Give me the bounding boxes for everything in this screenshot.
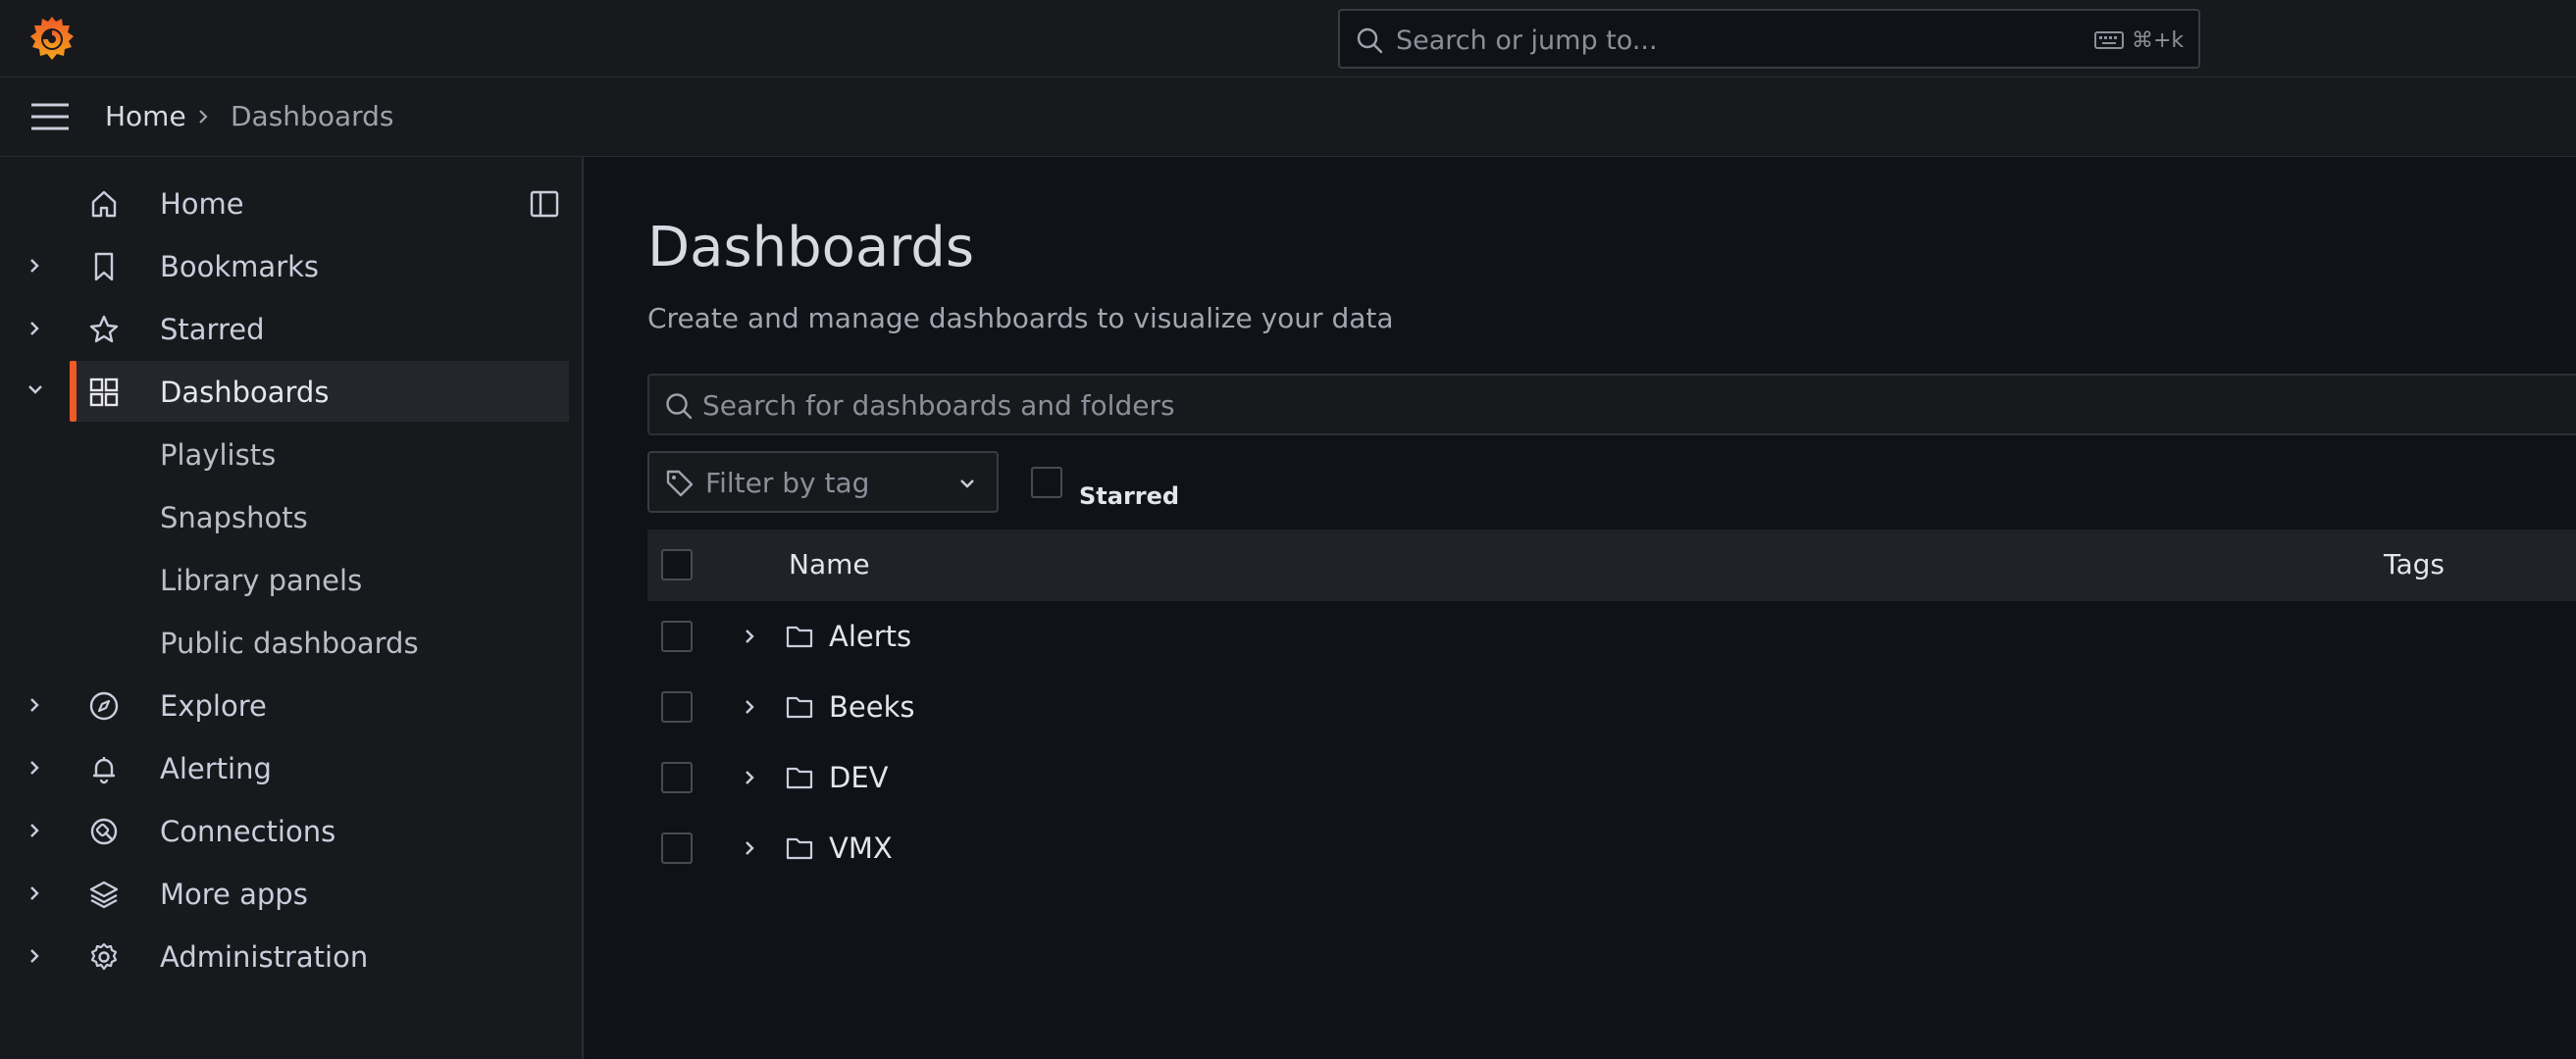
sidebar-item-label: Explore (160, 689, 267, 723)
sidebar-item-connections[interactable]: Connections (0, 800, 569, 861)
global-search-placeholder: Search or jump to... (1396, 25, 1658, 56)
sidebar-item-label: More apps (160, 878, 308, 911)
sidebar-item-public-dashboards[interactable]: Public dashboards (0, 612, 569, 673)
row-checkbox[interactable] (661, 762, 693, 793)
star-icon (88, 314, 120, 345)
compass-icon (88, 690, 120, 722)
sidebar-item-label: Administration (160, 940, 369, 974)
connections-icon (88, 816, 120, 847)
sidebar-item-alerting[interactable]: Alerting (0, 737, 569, 798)
chevron-right-icon[interactable] (26, 319, 43, 338)
sidebar-item-label: Home (160, 187, 244, 221)
column-header-name[interactable]: Name (789, 549, 870, 580)
sidebar-item-label: Dashboards (160, 376, 330, 409)
tag-filter-placeholder: Filter by tag (705, 467, 870, 499)
bookmark-icon (88, 251, 120, 282)
sidebar-item-dashboards-toggle[interactable] (0, 361, 70, 422)
row-checkbox[interactable] (661, 621, 693, 652)
starred-label[interactable]: Starred (1079, 482, 1179, 510)
folder-name-link[interactable]: Beeks (829, 690, 914, 724)
dashboard-search-placeholder: Search for dashboards and folders (702, 389, 1175, 422)
column-header-tags: Tags (2384, 548, 2445, 580)
sidebar-item-explore[interactable]: Explore (0, 675, 569, 735)
table-row[interactable]: DEV (647, 742, 2576, 813)
sidebar-item-label: Playlists (160, 438, 277, 472)
chevron-right-icon[interactable] (26, 758, 43, 778)
chevron-right-icon (196, 108, 210, 126)
chevron-right-icon[interactable] (742, 627, 757, 646)
layers-icon (88, 879, 120, 910)
folder-icon (786, 835, 813, 861)
chevron-right-icon[interactable] (742, 697, 757, 717)
chevron-right-icon[interactable] (26, 883, 43, 903)
search-icon (664, 391, 694, 421)
global-search-input[interactable]: Search or jump to... ⌘+k (1338, 9, 2200, 69)
folder-name-link[interactable]: Alerts (829, 620, 911, 653)
chevron-right-icon[interactable] (26, 695, 43, 715)
search-icon (1356, 26, 1383, 54)
tag-icon (665, 469, 695, 498)
starred-checkbox[interactable] (1031, 467, 1062, 498)
page-title: Dashboards (647, 216, 974, 279)
cog-icon (88, 941, 120, 973)
active-indicator (70, 361, 77, 422)
sidebar-item-snapshots[interactable]: Snapshots (0, 486, 569, 547)
menu-icon[interactable] (29, 100, 71, 133)
chevron-down-icon[interactable] (26, 380, 45, 398)
folder-icon (786, 624, 813, 649)
table-header: Name Tags (647, 530, 2576, 601)
sidebar-item-label: Bookmarks (160, 250, 320, 283)
sidebar-item-label: Snapshots (160, 501, 308, 534)
sidebar: Home Bookmarks Starred Dashboards Playli… (0, 157, 584, 1059)
breadcrumb-bar: Home Dashboards (0, 77, 2576, 157)
sidebar-item-label: Connections (160, 815, 336, 848)
breadcrumb-home-link[interactable]: Home (105, 101, 186, 132)
sidebar-item-home[interactable]: Home (0, 173, 569, 233)
apps-icon (88, 377, 120, 408)
sidebar-item-label: Starred (160, 313, 265, 346)
chevron-right-icon[interactable] (26, 256, 43, 276)
sidebar-item-label: Library panels (160, 564, 363, 597)
folder-icon (786, 765, 813, 790)
chevron-down-icon (957, 475, 977, 492)
sidebar-item-playlists[interactable]: Playlists (0, 424, 569, 484)
sidebar-item-bookmarks[interactable]: Bookmarks (0, 235, 569, 296)
keyboard-icon (2094, 30, 2124, 50)
tag-filter-select[interactable]: Filter by tag (647, 451, 999, 513)
search-shortcut: ⌘+k (2132, 28, 2185, 53)
folder-name-link[interactable]: DEV (829, 761, 889, 794)
home-icon (88, 188, 120, 220)
sidebar-item-starred[interactable]: Starred (0, 298, 569, 359)
table-row[interactable]: Beeks (647, 672, 2576, 742)
chevron-right-icon[interactable] (26, 946, 43, 966)
top-bar: Search or jump to... ⌘+k (0, 0, 2576, 77)
grafana-logo-icon[interactable] (27, 14, 77, 63)
dashboard-search-input[interactable]: Search for dashboards and folders (647, 374, 2576, 435)
folder-name-link[interactable]: VMX (829, 832, 893, 865)
table-row[interactable]: VMX (647, 813, 2576, 883)
chevron-right-icon[interactable] (742, 838, 757, 858)
sidebar-item-label: Public dashboards (160, 627, 419, 660)
bell-icon (88, 753, 120, 784)
sidebar-item-administration[interactable]: Administration (0, 926, 569, 986)
folder-icon (786, 694, 813, 720)
chevron-right-icon[interactable] (26, 821, 43, 840)
breadcrumb-current: Dashboards (231, 100, 394, 132)
row-checkbox[interactable] (661, 832, 693, 864)
chevron-right-icon[interactable] (742, 768, 757, 787)
row-checkbox[interactable] (661, 691, 693, 723)
page-subtitle: Create and manage dashboards to visualiz… (647, 302, 1394, 334)
table-row[interactable]: Alerts (647, 601, 2576, 672)
sidebar-item-more-apps[interactable]: More apps (0, 863, 569, 924)
sidebar-item-library-panels[interactable]: Library panels (0, 549, 569, 610)
sidebar-item-dashboards[interactable]: Dashboards (70, 361, 569, 422)
select-all-checkbox[interactable] (661, 549, 693, 580)
main-content: Dashboards Create and manage dashboards … (586, 157, 2576, 1059)
sidebar-item-label: Alerting (160, 752, 272, 785)
